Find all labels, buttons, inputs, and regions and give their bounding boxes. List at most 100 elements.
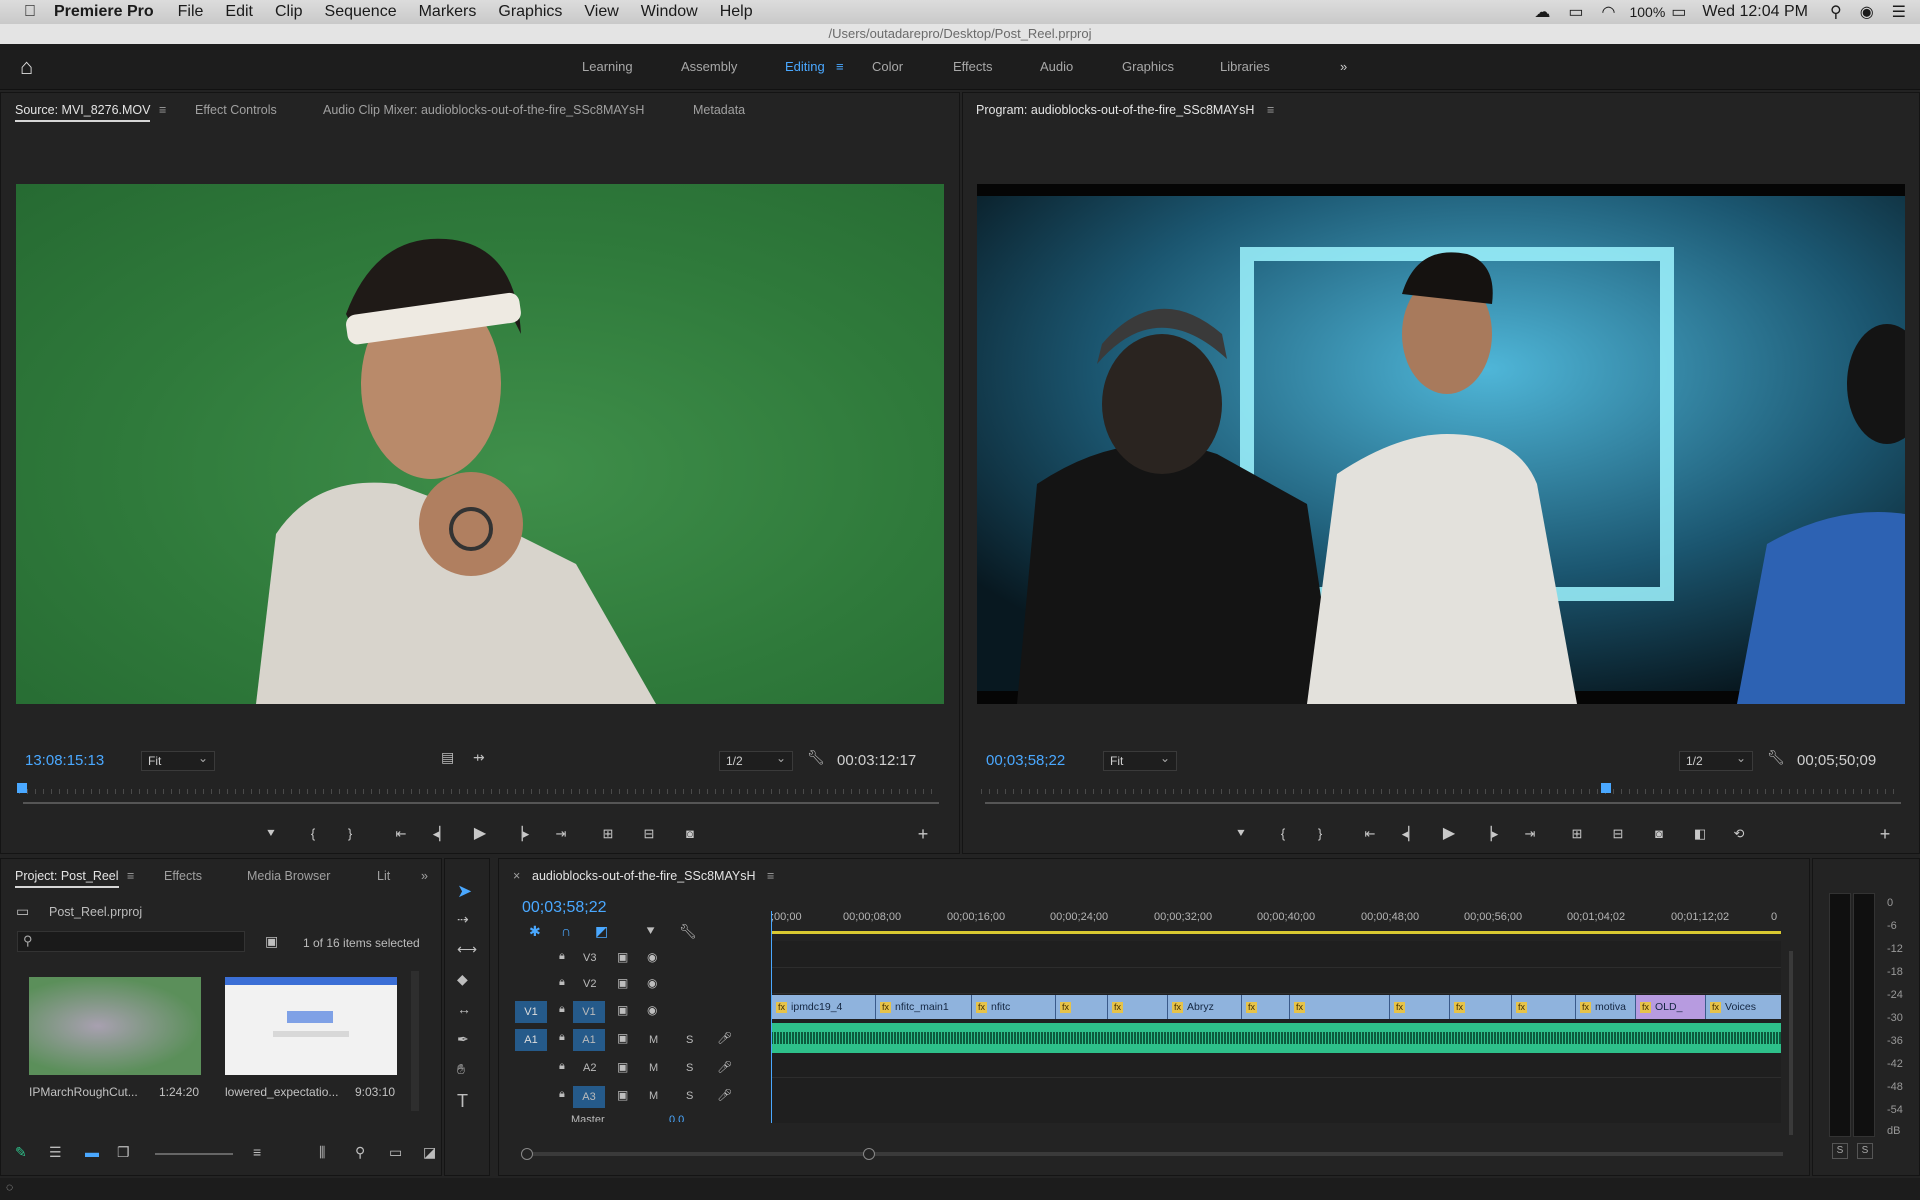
track-area[interactable]: fx ipmdc19_4 fx nfitc_main1 fx nfitc fx fx … — [771, 941, 1781, 1123]
menu-edit[interactable]: Edit — [225, 3, 253, 21]
work-area-bar[interactable] — [771, 931, 1781, 934]
timeline-clip[interactable]: fx nfitc — [971, 995, 1055, 1019]
new-search-bin-icon[interactable]: ▣ — [265, 933, 278, 950]
timeline-clip[interactable]: fx — [1389, 995, 1449, 1019]
freeform-view-icon[interactable]: ❐ — [117, 1144, 130, 1161]
track-label-v3[interactable]: V3 — [583, 952, 596, 964]
slip-tool-icon[interactable]: ↔ — [457, 1001, 471, 1017]
solo-right-button[interactable]: S — [1857, 1143, 1873, 1159]
timeline-clip[interactable]: fx nfitc_main1 — [875, 995, 971, 1019]
sort-icons-icon[interactable]: ≡ — [253, 1144, 261, 1160]
project-item-name[interactable]: lowered_expectatio... — [225, 1085, 338, 1099]
program-mark-in-icon[interactable]: { — [1273, 825, 1293, 843]
menu-graphics[interactable]: Graphics — [498, 3, 562, 21]
mute-button[interactable]: M — [649, 1090, 658, 1102]
source-zoom-scrollbar[interactable] — [23, 802, 939, 804]
program-zoom-scrollbar[interactable] — [985, 802, 1901, 804]
source-insert-icon[interactable]: ⇸ — [473, 749, 485, 766]
timeline-clip[interactable]: fx Voices — [1705, 995, 1781, 1019]
workspace-graphics[interactable]: Graphics — [1122, 59, 1174, 74]
track-label-a3[interactable]: A3 — [573, 1086, 605, 1108]
eye-icon[interactable]: ◉ — [647, 1003, 657, 1017]
source-playhead[interactable] — [17, 783, 27, 793]
master-volume-value[interactable]: 0.0 — [669, 1114, 684, 1122]
program-wrench-icon[interactable]: 🔧︎ — [1767, 749, 1785, 766]
project-item-name[interactable]: IPMarchRoughCut... — [29, 1085, 138, 1099]
source-patch-a1[interactable]: A1 — [515, 1029, 547, 1051]
program-time-ruler[interactable] — [981, 783, 1901, 797]
clock[interactable]: Wed 12:04 PM — [1702, 3, 1808, 21]
new-bin-icon[interactable]: ▭ — [389, 1144, 402, 1161]
menu-clip[interactable]: Clip — [275, 3, 303, 21]
mark-out-icon[interactable]: } — [340, 825, 360, 843]
timeline-settings-icon[interactable]: 🔧︎ — [679, 923, 697, 940]
airplay-icon[interactable]: ▭ — [1568, 2, 1583, 22]
close-sequence-icon[interactable]: × — [513, 869, 520, 883]
tab-effect-controls[interactable]: Effect Controls — [195, 103, 277, 117]
mark-in-icon[interactable]: { — [303, 825, 323, 843]
proxy-toggle-icon[interactable]: ⟲ — [1729, 825, 1749, 843]
program-export-frame-icon[interactable]: ◙ — [1649, 825, 1669, 843]
solo-button[interactable]: S — [686, 1034, 693, 1046]
program-step-forward-icon[interactable]: ▕▸ — [1480, 825, 1500, 843]
tab-project[interactable]: Project: Post_Reel — [15, 869, 119, 888]
step-forward-icon[interactable]: ▕▸ — [511, 825, 531, 843]
icon-view-icon[interactable]: ▬ — [85, 1144, 99, 1160]
mute-button[interactable]: M — [649, 1062, 658, 1074]
tab-audio-clip-mixer[interactable]: Audio Clip Mixer: audioblocks-out-of-the… — [323, 103, 644, 117]
program-step-back-icon[interactable]: ◂▏ — [1400, 825, 1420, 843]
program-menu-icon[interactable]: ≡ — [1267, 103, 1274, 117]
sync-lock-icon[interactable]: ▣ — [617, 1088, 628, 1102]
program-zoom-select[interactable]: Fit — [1103, 749, 1177, 771]
solo-button[interactable]: S — [686, 1062, 693, 1074]
timeline-marker-icon[interactable]: ⯆ — [645, 923, 656, 940]
sync-lock-icon[interactable]: ▣ — [617, 1003, 628, 1017]
timeline-horizontal-scrollbar[interactable] — [521, 1148, 1783, 1160]
solo-button[interactable]: S — [686, 1090, 693, 1102]
tab-libraries[interactable]: Lit — [377, 869, 390, 883]
new-item-icon[interactable]: ◪ — [423, 1144, 436, 1161]
lock-icon[interactable]: 🔒︎ — [559, 1003, 565, 1016]
sequence-menu-icon[interactable]: ≡ — [767, 869, 774, 883]
siri-icon[interactable]: ◉ — [1860, 2, 1874, 22]
play-button[interactable]: ▶ — [470, 825, 490, 843]
project-menu-icon[interactable]: ≡ — [127, 869, 134, 883]
track-select-tool-icon[interactable]: ⇢ — [457, 911, 469, 928]
source-patch-v1[interactable]: V1 — [515, 1001, 547, 1023]
battery-icon[interactable]: ▭ — [1671, 2, 1686, 22]
background-tasks-icon[interactable]: ◌ — [6, 1180, 13, 1194]
menu-file[interactable]: File — [178, 3, 204, 21]
pen-tool-icon[interactable]: ✒ — [457, 1031, 469, 1048]
program-button-editor-icon[interactable]: + — [1875, 825, 1895, 843]
insert-icon[interactable]: ⊞ — [598, 825, 618, 843]
workspace-color[interactable]: Color — [872, 59, 903, 74]
timeline-playhead[interactable] — [771, 911, 772, 1123]
eye-icon[interactable]: ◉ — [647, 950, 657, 964]
hand-tool-icon[interactable]: ✋︎ — [457, 1061, 465, 1078]
workspace-assembly[interactable]: Assembly — [681, 59, 737, 74]
pencil-icon[interactable]: ✎ — [15, 1144, 27, 1161]
type-tool-icon[interactable]: T — [457, 1091, 468, 1112]
overwrite-icon[interactable]: ⊟ — [639, 825, 659, 843]
lock-icon[interactable]: 🔒︎ — [559, 976, 565, 989]
apple-icon[interactable]:  — [24, 3, 36, 21]
lock-icon[interactable]: 🔒︎ — [559, 950, 565, 963]
source-settings-icon[interactable]: ▤ — [441, 749, 454, 766]
menu-window[interactable]: Window — [641, 3, 698, 21]
timeline-clip[interactable]: fx — [1449, 995, 1511, 1019]
menu-help[interactable]: Help — [720, 3, 753, 21]
project-search-input[interactable]: ⚲ — [17, 931, 245, 952]
project-item-thumbnail[interactable] — [29, 977, 201, 1075]
linked-selection-icon[interactable]: ◩ — [595, 923, 608, 940]
voiceover-mic-icon[interactable]: 🎤︎ — [717, 1088, 732, 1102]
timeline-clip[interactable]: fx ipmdc19_4 — [771, 995, 875, 1019]
tab-source[interactable]: Source: MVI_8276.MOV — [15, 103, 151, 122]
workspace-audio[interactable]: Audio — [1040, 59, 1073, 74]
program-go-to-out-icon[interactable]: ⇥ — [1520, 825, 1540, 843]
workspace-menu-icon[interactable]: ≡ — [836, 59, 844, 74]
selection-tool-icon[interactable]: ➤ — [457, 881, 472, 902]
program-add-marker-icon[interactable]: ⯆ — [1231, 825, 1251, 843]
master-track-label[interactable]: Master — [571, 1114, 605, 1122]
voiceover-mic-icon[interactable]: 🎤︎ — [717, 1031, 732, 1045]
sync-lock-icon[interactable]: ▣ — [617, 1031, 628, 1045]
